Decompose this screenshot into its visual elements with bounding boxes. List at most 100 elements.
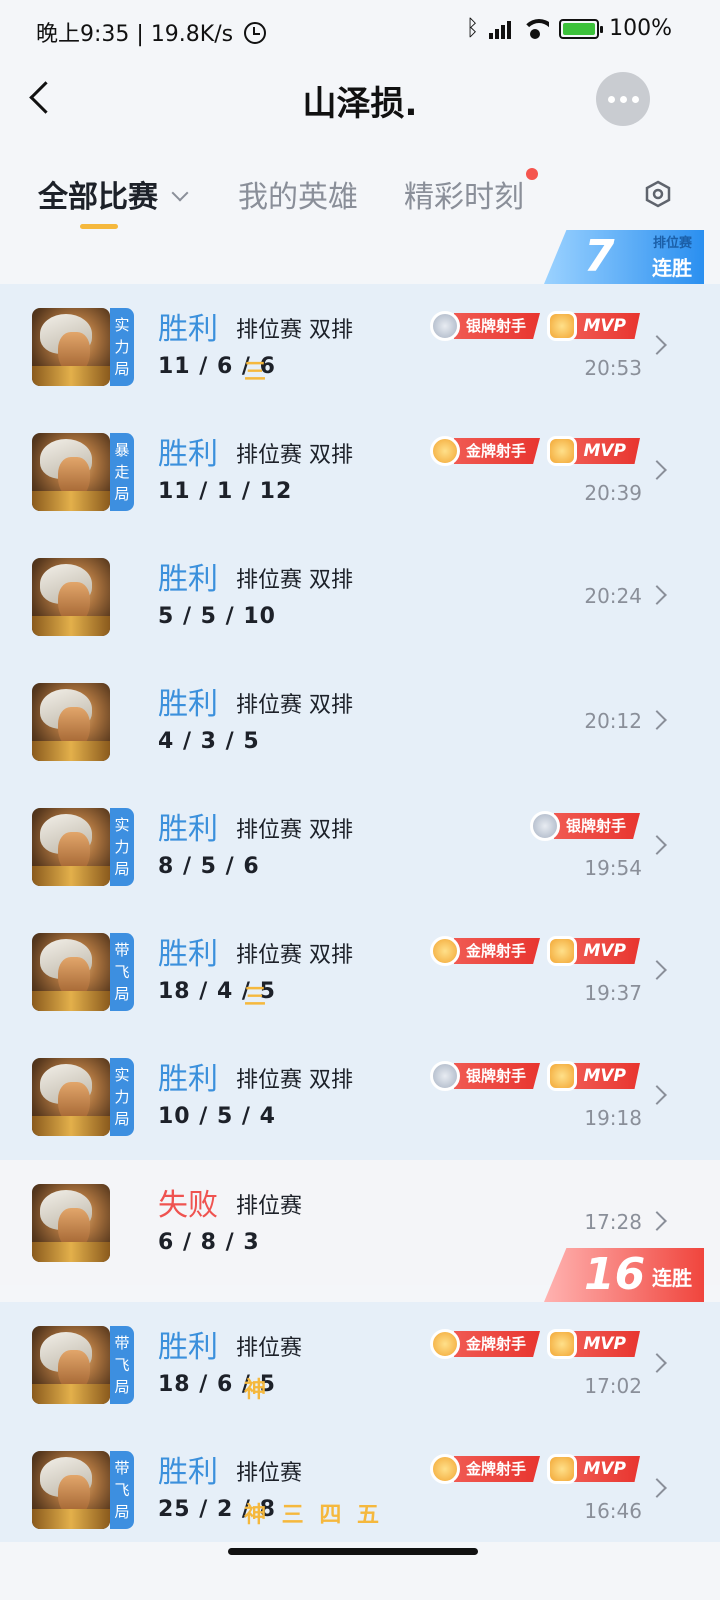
chevron-right-icon	[647, 1478, 667, 1498]
silver-medal-icon	[429, 311, 460, 341]
match-row[interactable]: 胜利 排位赛 双排 5 / 5 / 10 20:24	[0, 534, 720, 659]
hero-avatar	[32, 683, 110, 761]
kda: 4 / 3 / 5	[158, 729, 260, 754]
tab-bar: 全部比赛 我的英雄 精彩时刻	[0, 160, 720, 240]
match-result: 胜利	[158, 1455, 218, 1490]
match-time: 20:24	[584, 584, 642, 608]
tab-my-heroes[interactable]: 我的英雄	[238, 172, 358, 216]
kda: 6 / 8 / 3	[158, 1230, 260, 1255]
kda: 8 / 5 / 6	[158, 854, 260, 879]
match-mode: 排位赛 双排	[236, 318, 353, 343]
match-result: 胜利	[158, 312, 218, 347]
gold-medal-icon	[429, 436, 460, 466]
multikill-honors: 神 三 四 五	[244, 1503, 379, 1528]
match-mode: 排位赛 双排	[236, 693, 353, 718]
match-time: 19:18	[584, 1106, 642, 1130]
hero-avatar	[32, 1184, 110, 1262]
nav-bar: 山泽损.	[0, 62, 720, 132]
hero-avatar	[32, 308, 110, 386]
chevron-right-icon	[647, 960, 667, 980]
chevron-down-icon	[171, 184, 189, 202]
mvp-badge: MVP	[547, 936, 640, 966]
home-indicator[interactable]	[228, 1548, 478, 1555]
match-type-tag: 带飞局	[110, 1326, 134, 1404]
match-result: 胜利	[158, 1062, 218, 1097]
match-row[interactable]: 胜利 排位赛 双排 4 / 3 / 5 20:12	[0, 659, 720, 784]
match-row[interactable]: 带飞局胜利 排位赛 双排 18 / 4 / 5 三 MVP 金牌射手 19:37	[0, 909, 720, 1034]
signal-icon	[489, 19, 512, 39]
mvp-medal-icon	[547, 436, 578, 466]
streak-label: 连胜	[652, 256, 692, 280]
gold-shooter-badge: 金牌射手	[429, 936, 540, 966]
match-row[interactable]: 暴走局胜利 排位赛 双排 11 / 1 / 12 MVP 金牌射手 20:39	[0, 409, 720, 534]
match-type-tag: 实力局	[110, 308, 134, 386]
settings-hexagon-icon[interactable]	[644, 180, 672, 208]
match-time: 20:12	[584, 709, 642, 733]
chevron-right-icon	[647, 835, 667, 855]
match-type-tag: 带飞局	[110, 933, 134, 1011]
notification-dot	[526, 168, 538, 180]
match-mode: 排位赛	[236, 1461, 303, 1486]
match-row[interactable]: 带飞局胜利 排位赛 18 / 6 / 5 神 MVP 金牌射手 17:02	[0, 1302, 720, 1427]
more-button[interactable]	[596, 72, 650, 126]
match-time: 17:02	[584, 1374, 642, 1398]
match-time: 20:53	[584, 356, 642, 380]
multikill-honors: 三	[244, 985, 267, 1010]
match-mode: 排位赛 双排	[236, 1068, 353, 1093]
mvp-medal-icon	[547, 1454, 578, 1484]
gold-medal-icon	[429, 1454, 460, 1484]
silver-shooter-badge: 银牌射手	[529, 811, 640, 841]
match-row[interactable]: 带飞局胜利 排位赛 25 / 2 / 8神 三 四 五 MVP 金牌射手 16:46	[0, 1427, 720, 1552]
wifi-icon	[521, 18, 550, 39]
multikill-honors: 神	[244, 1378, 267, 1403]
match-row[interactable]: 失败 排位赛 6 / 8 / 3 17:28	[0, 1160, 720, 1285]
status-time: 晚上9:35	[36, 22, 130, 47]
alarm-icon	[244, 22, 267, 44]
match-mode: 排位赛	[236, 1194, 303, 1219]
hero-avatar	[32, 1058, 110, 1136]
match-row[interactable]: 实力局胜利 排位赛 双排 11 / 6 / 6 三 MVP 银牌射手 20:53	[0, 284, 720, 409]
match-row[interactable]: 实力局胜利 排位赛 双排 10 / 5 / 4 MVP 银牌射手 19:18	[0, 1034, 720, 1159]
match-result: 胜利	[158, 687, 218, 722]
tab-highlights[interactable]: 精彩时刻	[404, 172, 524, 216]
silver-shooter-badge: 银牌射手	[429, 1061, 540, 1091]
gold-shooter-badge: 金牌射手	[429, 1329, 540, 1359]
mvp-medal-icon	[547, 936, 578, 966]
win-streak-banner: 7 排位赛 连胜	[544, 230, 704, 284]
match-time: 19:37	[584, 981, 642, 1005]
mvp-badge: MVP	[547, 436, 640, 466]
chevron-right-icon	[647, 1353, 667, 1373]
chevron-right-icon	[647, 1085, 667, 1105]
mvp-badge: MVP	[547, 1454, 640, 1484]
mvp-medal-icon	[547, 311, 578, 341]
match-type-tag: 实力局	[110, 808, 134, 886]
battery-icon	[559, 18, 604, 39]
mvp-badge: MVP	[547, 1061, 640, 1091]
mvp-medal-icon	[547, 1061, 578, 1091]
status-right: ᛒ 100%	[466, 16, 672, 41]
silver-shooter-badge: 银牌射手	[429, 311, 540, 341]
chevron-right-icon	[647, 710, 667, 730]
match-row[interactable]: 实力局胜利 排位赛 双排 8 / 5 / 6 银牌射手 19:54	[0, 784, 720, 909]
kda: 5 / 5 / 10	[158, 604, 276, 629]
match-mode: 排位赛 双排	[236, 568, 353, 593]
tab-all-matches[interactable]: 全部比赛	[38, 172, 189, 216]
match-result: 失败	[158, 1188, 218, 1223]
hero-avatar	[32, 558, 110, 636]
match-result: 胜利	[158, 812, 218, 847]
match-mode: 排位赛	[236, 1336, 303, 1361]
match-type-tag: 暴走局	[110, 433, 134, 511]
hero-avatar	[32, 933, 110, 1011]
match-time: 17:28	[584, 1210, 642, 1234]
multikill-honors: 三	[244, 360, 267, 385]
kda: 11 / 1 / 12	[158, 479, 293, 504]
status-bar: 晚上9:35 | 19.8K/s ᛒ 100%	[0, 0, 720, 62]
match-type-tag: 带飞局	[110, 1451, 134, 1529]
tab-active-indicator	[80, 224, 118, 229]
match-type-tag: 实力局	[110, 1058, 134, 1136]
battery-percent: 100%	[609, 16, 672, 41]
mvp-badge: MVP	[547, 1329, 640, 1359]
streak-number: 7	[584, 231, 615, 282]
net-speed: 19.8K/s	[150, 22, 234, 47]
match-result: 胜利	[158, 937, 218, 972]
